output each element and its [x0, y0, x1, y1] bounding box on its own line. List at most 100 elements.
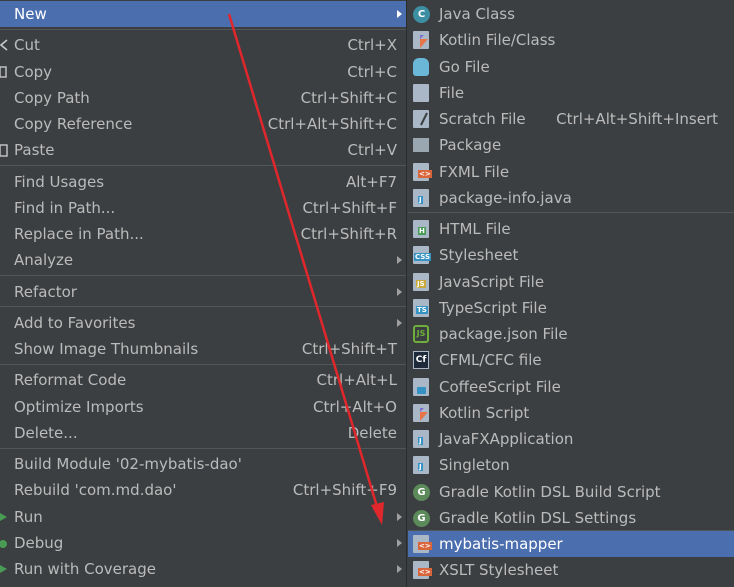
menu-item-delete[interactable]: Delete... Delete — [0, 420, 406, 446]
menu-item-replace-in-path[interactable]: Replace in Path... Ctrl+Shift+R — [0, 221, 406, 247]
menu-item-label: mybatis-mapper — [439, 535, 563, 553]
menu-item-analyze[interactable]: Analyze — [0, 247, 406, 273]
menu-item-find-usages[interactable]: Find Usages Alt+F7 — [0, 169, 406, 195]
menu-item-copy[interactable]: Copy Ctrl+C — [0, 59, 406, 85]
submenu-item-file[interactable]: File — [408, 80, 734, 106]
menu-item-label: package-info.java — [439, 189, 572, 207]
menu-item-debug[interactable]: Debug — [0, 530, 406, 556]
menu-separator — [0, 448, 406, 449]
package-info-icon: J — [413, 189, 429, 207]
submenu-arrow-icon — [397, 513, 402, 521]
submenu-item-typescript-file[interactable]: TS TypeScript File — [408, 295, 734, 321]
coverage-icon — [0, 565, 7, 573]
menu-item-run[interactable]: Run — [0, 504, 406, 530]
stylesheet-icon: CSS — [413, 246, 432, 264]
submenu-item-scratch-file[interactable]: Scratch File Ctrl+Alt+Shift+Insert — [408, 106, 734, 132]
package-icon — [413, 138, 429, 152]
submenu-item-mybatis-mapper[interactable]: <> mybatis-mapper — [408, 531, 734, 557]
menu-item-build-module[interactable]: Build Module '02-mybatis-dao' — [0, 451, 406, 477]
submenu-item-gradle-settings[interactable]: G Gradle Kotlin DSL Settings — [408, 505, 734, 531]
menu-item-run-with-coverage[interactable]: Run with Coverage — [0, 556, 406, 582]
menu-item-shortcut: Delete — [347, 424, 397, 442]
paste-icon — [0, 144, 8, 157]
menu-item-label: Gradle Kotlin DSL Build Script — [439, 483, 661, 501]
submenu-item-kotlin-script[interactable]: Kotlin Script — [408, 400, 734, 426]
submenu-item-stylesheet[interactable]: CSS Stylesheet — [408, 242, 734, 268]
menu-item-label: Rebuild 'com.md.dao' — [14, 481, 177, 499]
menu-item-label: Singleton — [439, 456, 510, 474]
javascript-file-icon: JS — [413, 273, 429, 291]
submenu-item-coffeescript-file[interactable]: CoffeeScript File — [408, 374, 734, 400]
submenu-item-fxml-file[interactable]: <> FXML File — [408, 159, 734, 185]
menu-item-label: Stylesheet — [439, 246, 519, 264]
menu-item-shortcut: Ctrl+Alt+O — [313, 398, 397, 416]
run-icon — [0, 513, 7, 521]
fxml-file-icon: <> — [413, 163, 432, 181]
menu-item-label: Analyze — [14, 251, 74, 269]
menu-item-label: CFML/CFC file — [439, 351, 542, 369]
menu-item-paste[interactable]: Paste Ctrl+V — [0, 137, 406, 163]
menu-item-cut[interactable]: Cut Ctrl+X — [0, 32, 406, 58]
menu-item-label: Find Usages — [14, 173, 105, 191]
submenu-item-javascript-file[interactable]: JS JavaScript File — [408, 269, 734, 295]
menu-item-optimize-imports[interactable]: Optimize Imports Ctrl+Alt+O — [0, 394, 406, 420]
menu-item-copy-path[interactable]: Copy Path Ctrl+Shift+C — [0, 85, 406, 111]
menu-separator — [0, 275, 406, 276]
submenu-item-kotlin-file[interactable]: Kotlin File/Class — [408, 27, 734, 53]
menu-item-reformat-code[interactable]: Reformat Code Ctrl+Alt+L — [0, 367, 406, 393]
menu-item-label: Reformat Code — [14, 371, 127, 389]
menu-item-shortcut: Ctrl+Alt+L — [316, 371, 398, 389]
debug-icon — [0, 540, 7, 548]
menu-item-label: HTML File — [439, 220, 511, 238]
menu-item-label: Cut — [14, 36, 40, 54]
menu-item-label: CoffeeScript File — [439, 378, 561, 396]
menu-item-add-to-favorites[interactable]: Add to Favorites — [0, 310, 406, 336]
html-file-icon: H — [413, 220, 429, 238]
coffeescript-file-icon — [413, 378, 429, 396]
context-menu: New Cut Ctrl+X Copy Ctrl+C Copy Path Ctr… — [0, 0, 407, 587]
menu-item-label: Scratch File — [439, 110, 526, 128]
menu-item-shortcut: Ctrl+Alt+Shift+C — [267, 115, 397, 133]
submenu-arrow-icon — [397, 565, 402, 573]
submenu-item-cfml-file[interactable]: Cf CFML/CFC file — [408, 347, 734, 373]
menu-item-label: Replace in Path... — [14, 225, 144, 243]
menu-item-copy-reference[interactable]: Copy Reference Ctrl+Alt+Shift+C — [0, 111, 406, 137]
scissors-icon — [0, 39, 8, 51]
submenu-item-xslt-stylesheet[interactable]: <> XSLT Stylesheet — [408, 557, 734, 583]
submenu-item-package[interactable]: Package — [408, 132, 734, 158]
menu-item-new[interactable]: New — [0, 1, 406, 27]
gradle-icon: G — [413, 510, 430, 527]
submenu-item-gradle-build-script[interactable]: G Gradle Kotlin DSL Build Script — [408, 479, 734, 505]
menu-item-label: Find in Path... — [14, 199, 116, 217]
menu-item-label: XSLT Stylesheet — [439, 561, 559, 579]
menu-item-shortcut: Ctrl+Alt+Shift+Insert — [556, 110, 718, 128]
menu-item-label: File — [439, 84, 465, 102]
submenu-item-javafx-application[interactable]: J JavaFXApplication — [408, 426, 734, 452]
submenu-item-package-json[interactable]: JS package.json File — [408, 321, 734, 347]
new-submenu: C Java Class Kotlin File/Class Go File F… — [408, 0, 734, 587]
menu-item-find-in-path[interactable]: Find in Path... Ctrl+Shift+F — [0, 195, 406, 221]
java-class-icon: C — [413, 6, 430, 23]
menu-item-shortcut: Ctrl+V — [347, 141, 397, 159]
menu-item-shortcut: Ctrl+Shift+T — [301, 340, 397, 358]
submenu-arrow-icon — [397, 288, 402, 296]
menu-item-shortcut: Ctrl+Shift+C — [300, 89, 397, 107]
submenu-item-package-info[interactable]: J package-info.java — [408, 185, 734, 211]
submenu-item-java-class[interactable]: C Java Class — [408, 1, 734, 27]
menu-item-show-image-thumbnails[interactable]: Show Image Thumbnails Ctrl+Shift+T — [0, 336, 406, 362]
menu-item-label: Refactor — [14, 283, 77, 301]
menu-item-refactor[interactable]: Refactor — [0, 279, 406, 305]
menu-separator — [0, 29, 406, 30]
menu-item-label: Java Class — [439, 5, 515, 23]
submenu-item-go-file[interactable]: Go File — [408, 54, 734, 80]
menu-item-label: Gradle Kotlin DSL Settings — [439, 509, 637, 527]
menu-item-label: Delete... — [14, 424, 78, 442]
menu-separator — [0, 306, 406, 307]
go-file-icon — [413, 58, 429, 76]
gradle-icon: G — [413, 484, 430, 501]
menu-item-label: Paste — [14, 141, 55, 159]
menu-item-rebuild[interactable]: Rebuild 'com.md.dao' Ctrl+Shift+F9 — [0, 477, 406, 503]
menu-item-label: New — [14, 5, 47, 23]
submenu-item-singleton[interactable]: J Singleton — [408, 452, 734, 478]
submenu-item-html-file[interactable]: H HTML File — [408, 216, 734, 242]
